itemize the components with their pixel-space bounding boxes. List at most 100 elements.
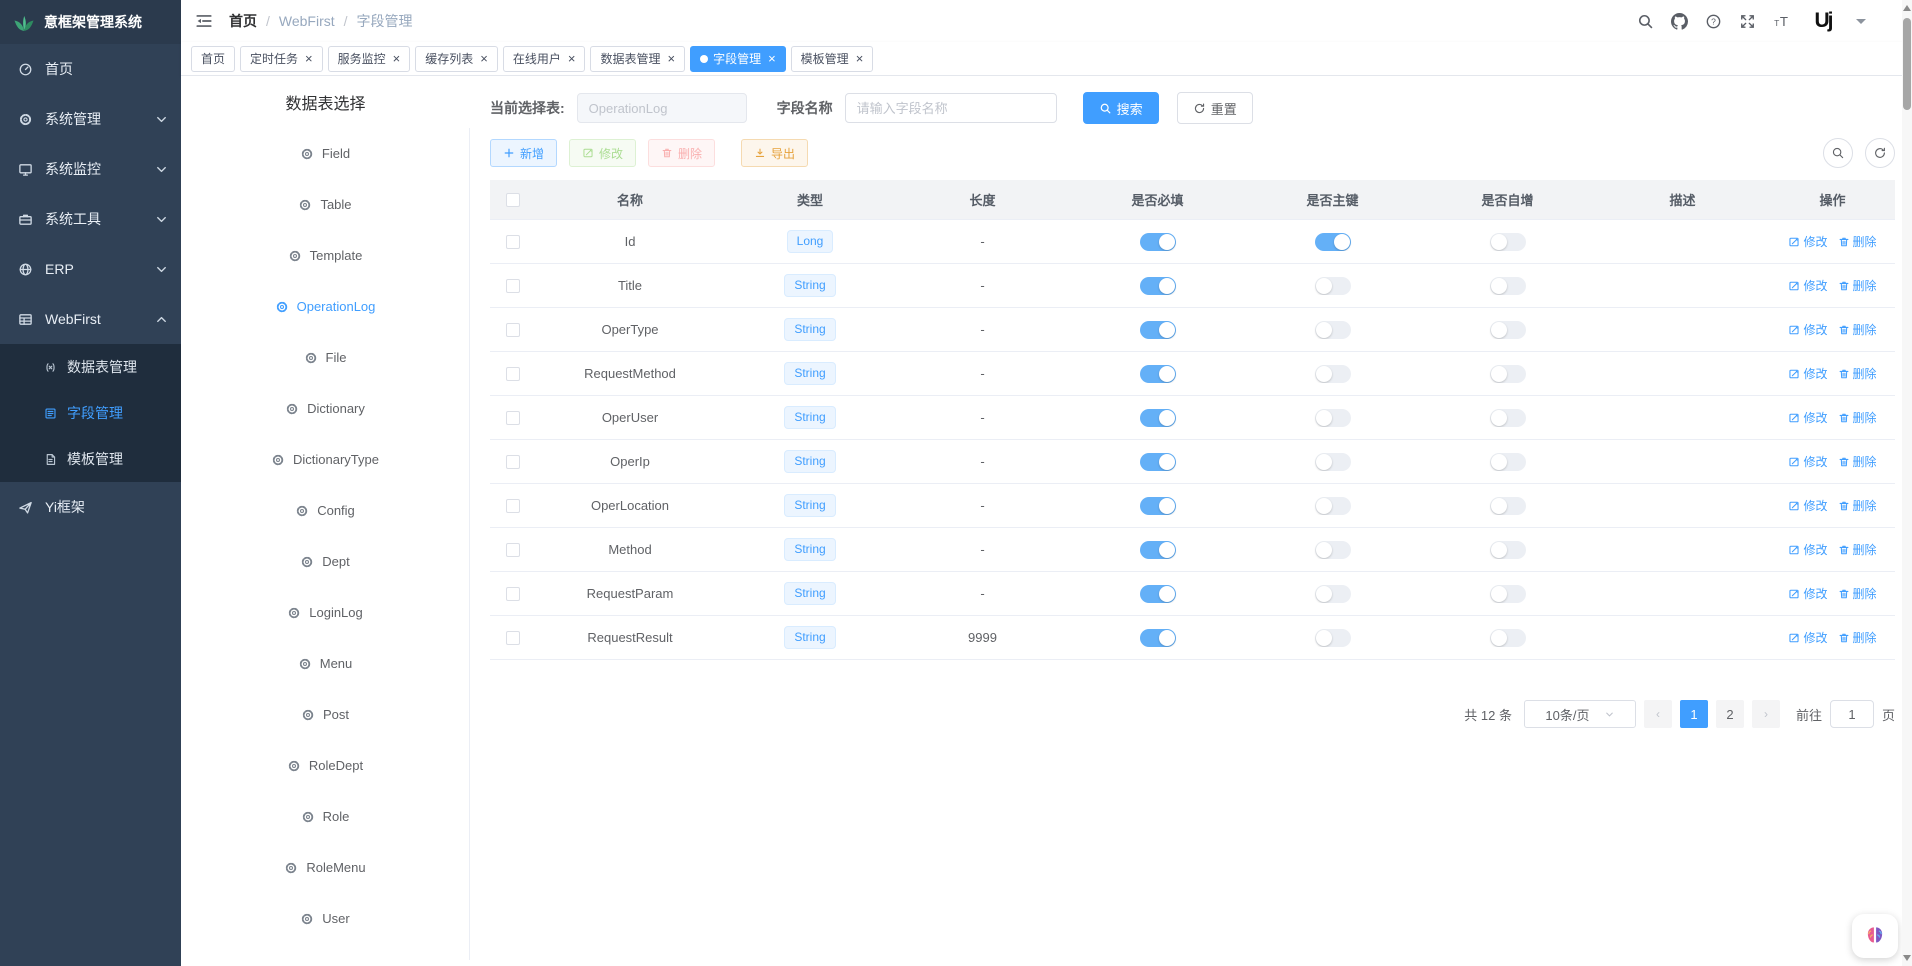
primary-key-toggle[interactable] xyxy=(1315,497,1351,515)
close-icon[interactable]: × xyxy=(856,52,864,65)
field-name-input[interactable] xyxy=(845,93,1057,123)
goto-page-input[interactable] xyxy=(1830,700,1874,728)
row-checkbox[interactable] xyxy=(506,367,520,381)
edit-link[interactable]: 修改 xyxy=(1788,233,1827,250)
row-checkbox[interactable] xyxy=(506,455,520,469)
search-button[interactable]: 搜索 xyxy=(1083,92,1159,124)
required-toggle[interactable] xyxy=(1140,629,1176,647)
delete-link[interactable]: 删除 xyxy=(1838,541,1877,558)
delete-button[interactable]: 删除 xyxy=(648,139,715,167)
edit-link[interactable]: 修改 xyxy=(1788,365,1827,382)
tree-item-Dept[interactable]: Dept xyxy=(181,536,469,587)
primary-key-toggle[interactable] xyxy=(1315,453,1351,471)
page-1-button[interactable]: 1 xyxy=(1680,700,1708,728)
tab-online-users[interactable]: 在线用户 × xyxy=(503,46,586,72)
auto-increment-toggle[interactable] xyxy=(1490,497,1526,515)
close-icon[interactable]: × xyxy=(667,52,675,65)
close-icon[interactable]: × xyxy=(305,52,313,65)
row-checkbox[interactable] xyxy=(506,631,520,645)
sidebar-item-table-manage[interactable]: 数据表管理 xyxy=(0,344,181,390)
caret-down-icon[interactable] xyxy=(1856,19,1866,29)
prev-page-button[interactable]: ‹ xyxy=(1644,700,1672,728)
edit-link[interactable]: 修改 xyxy=(1788,585,1827,602)
page-size-select[interactable]: 10条/页 xyxy=(1524,700,1636,728)
auto-increment-toggle[interactable] xyxy=(1490,233,1526,251)
scroll-down-arrow[interactable] xyxy=(1902,952,1912,964)
sidebar-item-yi-framework[interactable]: Yi框架 xyxy=(0,482,181,532)
primary-key-toggle[interactable] xyxy=(1315,277,1351,295)
tree-item-Field[interactable]: Field xyxy=(181,128,469,179)
help-icon[interactable]: ? xyxy=(1705,13,1722,30)
required-toggle[interactable] xyxy=(1140,233,1176,251)
required-toggle[interactable] xyxy=(1140,409,1176,427)
primary-key-toggle[interactable] xyxy=(1315,233,1351,251)
select-all-checkbox[interactable] xyxy=(506,193,520,207)
tree-item-Table[interactable]: Table xyxy=(181,179,469,230)
edit-link[interactable]: 修改 xyxy=(1788,541,1827,558)
next-page-button[interactable]: › xyxy=(1752,700,1780,728)
close-icon[interactable]: × xyxy=(393,52,401,65)
required-toggle[interactable] xyxy=(1140,277,1176,295)
add-button[interactable]: 新增 xyxy=(490,139,557,167)
tree-item-Dictionary[interactable]: Dictionary xyxy=(181,383,469,434)
row-checkbox[interactable] xyxy=(506,235,520,249)
sidebar-item-system-tools[interactable]: 系统工具 xyxy=(0,194,181,244)
tab-cache-list[interactable]: 缓存列表 × xyxy=(415,46,498,72)
tab-home[interactable]: 首页 xyxy=(191,46,235,72)
primary-key-toggle[interactable] xyxy=(1315,365,1351,383)
logo[interactable]: 意框架管理系统 xyxy=(0,0,181,44)
delete-link[interactable]: 删除 xyxy=(1838,585,1877,602)
primary-key-toggle[interactable] xyxy=(1315,629,1351,647)
edit-link[interactable]: 修改 xyxy=(1788,497,1827,514)
required-toggle[interactable] xyxy=(1140,321,1176,339)
tree-item-Config[interactable]: Config xyxy=(181,485,469,536)
tree-item-DictionaryType[interactable]: DictionaryType xyxy=(181,434,469,485)
search-icon[interactable] xyxy=(1637,13,1654,30)
edit-link[interactable]: 修改 xyxy=(1788,629,1827,646)
current-table-input[interactable] xyxy=(577,93,747,123)
auto-increment-toggle[interactable] xyxy=(1490,409,1526,427)
row-checkbox[interactable] xyxy=(506,323,520,337)
delete-link[interactable]: 删除 xyxy=(1838,365,1877,382)
required-toggle[interactable] xyxy=(1140,365,1176,383)
tree-item-Menu[interactable]: Menu xyxy=(181,638,469,689)
required-toggle[interactable] xyxy=(1140,585,1176,603)
tab-scheduled-tasks[interactable]: 定时任务 × xyxy=(240,46,323,72)
required-toggle[interactable] xyxy=(1140,453,1176,471)
auto-increment-toggle[interactable] xyxy=(1490,277,1526,295)
tree-item-User[interactable]: User xyxy=(181,893,469,944)
sidebar-item-template-manage[interactable]: 模板管理 xyxy=(0,436,181,482)
auto-increment-toggle[interactable] xyxy=(1490,321,1526,339)
edit-link[interactable]: 修改 xyxy=(1788,321,1827,338)
row-checkbox[interactable] xyxy=(506,499,520,513)
breadcrumb-home[interactable]: 首页 xyxy=(229,11,257,31)
tree-item-UserPost[interactable]: UserPost xyxy=(181,944,469,960)
delete-link[interactable]: 删除 xyxy=(1838,629,1877,646)
avatar[interactable]: Uj xyxy=(1807,5,1839,37)
tree-item-File[interactable]: File xyxy=(181,332,469,383)
auto-increment-toggle[interactable] xyxy=(1490,541,1526,559)
tab-service-monitor[interactable]: 服务监控 × xyxy=(328,46,411,72)
tab-table-manage[interactable]: 数据表管理 × xyxy=(590,46,685,72)
refresh-table-button[interactable] xyxy=(1865,138,1895,168)
auto-increment-toggle[interactable] xyxy=(1490,365,1526,383)
edit-link[interactable]: 修改 xyxy=(1788,409,1827,426)
tree-item-Role[interactable]: Role xyxy=(181,791,469,842)
tree-item-OperationLog[interactable]: OperationLog xyxy=(181,281,469,332)
edit-button[interactable]: 修改 xyxy=(569,139,636,167)
delete-link[interactable]: 删除 xyxy=(1838,277,1877,294)
fullscreen-icon[interactable] xyxy=(1739,13,1756,30)
delete-link[interactable]: 删除 xyxy=(1838,321,1877,338)
reset-button[interactable]: 重置 xyxy=(1177,92,1253,124)
auto-increment-toggle[interactable] xyxy=(1490,585,1526,603)
primary-key-toggle[interactable] xyxy=(1315,409,1351,427)
primary-key-toggle[interactable] xyxy=(1315,585,1351,603)
primary-key-toggle[interactable] xyxy=(1315,321,1351,339)
delete-link[interactable]: 删除 xyxy=(1838,453,1877,470)
sidebar-item-home[interactable]: 首页 xyxy=(0,44,181,94)
close-icon[interactable]: × xyxy=(568,52,576,65)
tab-field-manage[interactable]: 字段管理 × xyxy=(690,46,786,72)
delete-link[interactable]: 删除 xyxy=(1838,233,1877,250)
sidebar-item-system-monitor[interactable]: 系统监控 xyxy=(0,144,181,194)
tree-item-RoleMenu[interactable]: RoleMenu xyxy=(181,842,469,893)
